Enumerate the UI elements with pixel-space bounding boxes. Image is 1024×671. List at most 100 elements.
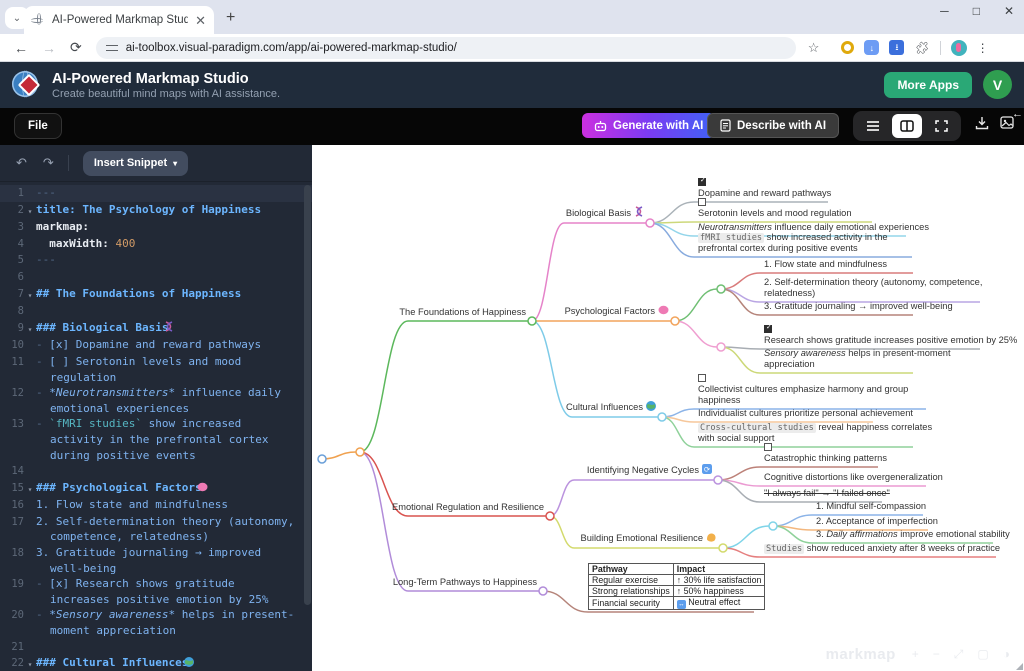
editor-line[interactable]: 161. Flow state and mindfulness [0,497,312,514]
map-node-research[interactable]: Research shows gratitude increases posit… [764,325,1017,347]
address-bar[interactable]: ai-toolbox.visual-paradigm.com/app/ai-po… [96,37,796,59]
redo-icon[interactable]: ↷ [43,155,54,171]
map-node-crosscultural[interactable]: Cross-cultural studies reveal happiness … [698,422,948,445]
url-text[interactable]: ai-toolbox.visual-paradigm.com/app/ai-po… [126,42,457,54]
download-icon[interactable] [975,116,989,133]
fold-chevron-icon[interactable]: ▾ [24,202,36,220]
fold-chevron-icon[interactable]: ▾ [24,655,36,671]
generate-with-ai-button[interactable]: Generate with AI [582,113,715,138]
editor-line[interactable]: 7▾## The Foundations of Happiness [0,286,312,304]
map-node-foundations[interactable]: The Foundations of Happiness [399,307,526,319]
file-menu-button[interactable]: File [14,113,62,139]
extension-download-tray-icon[interactable]: ⭳ [889,40,904,55]
editor-line[interactable]: 10- [x] Dopamine and reward pathways [0,337,312,354]
mindmap-canvas[interactable]: PathwayImpactRegular exercise↑ 30% life … [312,145,1024,671]
editor-line[interactable]: 15▾### Psychological Factors [0,480,312,498]
map-node-psychological[interactable]: Psychological Factors [565,305,669,319]
map-node-circle[interactable] [671,317,679,325]
map-node-sensory[interactable]: Sensory awareness helps in present-momen… [764,348,982,371]
collapse-arrow-icon[interactable]: ← [1012,108,1023,120]
map-node-circle[interactable] [658,413,666,421]
menu-dots-icon[interactable]: ⋮ [977,41,989,55]
map-node-studies[interactable]: Studies show reduced anxiety after 8 wee… [764,543,1000,555]
more-apps-button[interactable]: More Apps [884,72,972,98]
tab-close-icon[interactable]: ✕ [195,14,206,27]
map-node-circle[interactable] [528,317,536,325]
map-node-gratitude[interactable]: 3. Gratitude journaling → improved well-… [764,301,953,313]
unchecked-checkbox-icon[interactable] [764,443,772,451]
bookmark-star-icon[interactable]: ☆ [808,40,820,56]
editor-line[interactable]: 8 [0,303,312,320]
map-node-circle[interactable] [646,219,654,227]
editor-line[interactable]: 4 maxWidth: 400 [0,236,312,253]
editor-line[interactable]: 20- *Sensory awareness* helps in present… [0,607,312,638]
map-node-identifying[interactable]: Identifying Negative Cycles⟳ [587,464,712,478]
map-node-circle[interactable] [719,544,727,552]
map-node-serotonin[interactable]: Serotonin levels and mood regulation [698,198,852,220]
editor-line[interactable]: 14 [0,463,312,480]
editor-line[interactable]: 6 [0,269,312,286]
user-avatar[interactable]: V [983,70,1012,99]
maximize-icon[interactable]: □ [973,4,980,18]
editor-line[interactable]: 12- *Neurotransmitters* influence daily … [0,385,312,416]
editor-line[interactable]: 5--- [0,252,312,269]
extension-download-icon[interactable]: ↓ [864,40,879,55]
map-node-fmri[interactable]: fMRI studies show increased activity in … [698,232,923,255]
editor-line[interactable]: 9▾### Biological Basis [0,320,312,338]
map-node-cognitive[interactable]: Cognitive distortions like overgeneraliz… [764,472,943,484]
checked-checkbox-icon[interactable] [764,325,772,333]
undo-icon[interactable]: ↶ [16,155,27,171]
fold-chevron-icon[interactable]: ▾ [24,480,36,498]
profile-avatar[interactable] [951,40,967,56]
editor-line[interactable]: 19- [x] Research shows gratitude increas… [0,576,312,607]
extensions-puzzle-icon[interactable]: 🧩︎ [914,41,929,55]
fold-chevron-icon[interactable]: ▾ [24,320,36,338]
editor-line[interactable]: 13- `fMRI studies` show increased activi… [0,416,312,463]
fullscreen-icon[interactable] [926,114,956,138]
checked-checkbox-icon[interactable] [698,178,706,186]
map-node-circle[interactable] [717,343,725,351]
map-control-icon[interactable]: − [933,647,940,662]
map-node-building[interactable]: Building Emotional Resilience [581,532,717,546]
map-node-flow[interactable]: 1. Flow state and mindfulness [764,259,887,271]
editor-line[interactable]: 183. Gratitude journaling → improved wel… [0,545,312,576]
back-icon[interactable]: ← [14,40,28,56]
map-control-icon[interactable]: ▢ [977,647,988,662]
map-node-longterm[interactable]: Long-Term Pathways to Happiness [393,577,537,589]
map-node-circle[interactable] [714,476,722,484]
code-editor[interactable]: 1---2▾title: The Psychology of Happiness… [0,182,312,671]
map-node-biological[interactable]: Biological Basis [566,206,644,221]
map-node-circle[interactable] [318,455,326,463]
extension-ring-icon[interactable] [841,41,854,54]
map-node-circle[interactable] [546,512,554,520]
map-node-acceptance[interactable]: 2. Acceptance of imperfection [816,516,938,528]
editor-line[interactable]: 11- [ ] Serotonin levels and mood regula… [0,354,312,385]
insert-snippet-button[interactable]: Insert Snippet ▾ [83,151,188,176]
map-node-circle[interactable] [769,522,777,530]
editor-view-icon[interactable] [858,114,888,138]
reload-icon[interactable]: ⟳ [70,39,82,56]
map-control-icon[interactable]: + [912,647,919,662]
map-node-collectivist[interactable]: Collectivist cultures emphasize harmony … [698,374,943,407]
map-node-individualist[interactable]: Individualist cultures prioritize person… [698,408,913,420]
split-view-icon[interactable] [892,114,922,138]
map-node-circle[interactable] [356,448,364,456]
map-node-cultural[interactable]: Cultural Influences [566,401,656,415]
map-node-dopamine[interactable]: Dopamine and reward pathways [698,178,831,200]
forward-icon[interactable]: → [42,40,56,56]
editor-line[interactable]: 21 [0,639,312,656]
map-node-alwaysfail[interactable]: "I always fail" → "I failed once" [764,488,890,500]
unchecked-checkbox-icon[interactable] [698,374,706,382]
map-node-circle[interactable] [717,285,725,293]
map-node-selfdet[interactable]: 2. Self-determination theory (autonomy, … [764,277,1019,300]
map-node-catastrophic[interactable]: Catastrophic thinking patterns [764,443,887,465]
map-node-daily[interactable]: 3. Daily affirmations improve emotional … [816,529,1010,541]
new-tab-button[interactable]: + [226,9,235,27]
map-node-emotional[interactable]: Emotional Regulation and Resilience [392,502,544,514]
fold-chevron-icon[interactable]: ▾ [24,286,36,304]
editor-line[interactable]: 172. Self-determination theory (autonomy… [0,514,312,545]
editor-line[interactable]: 2▾title: The Psychology of Happiness [0,202,312,220]
minimize-icon[interactable]: ─ [940,4,949,18]
unchecked-checkbox-icon[interactable] [698,198,706,206]
editor-scrollbar[interactable] [304,185,311,605]
